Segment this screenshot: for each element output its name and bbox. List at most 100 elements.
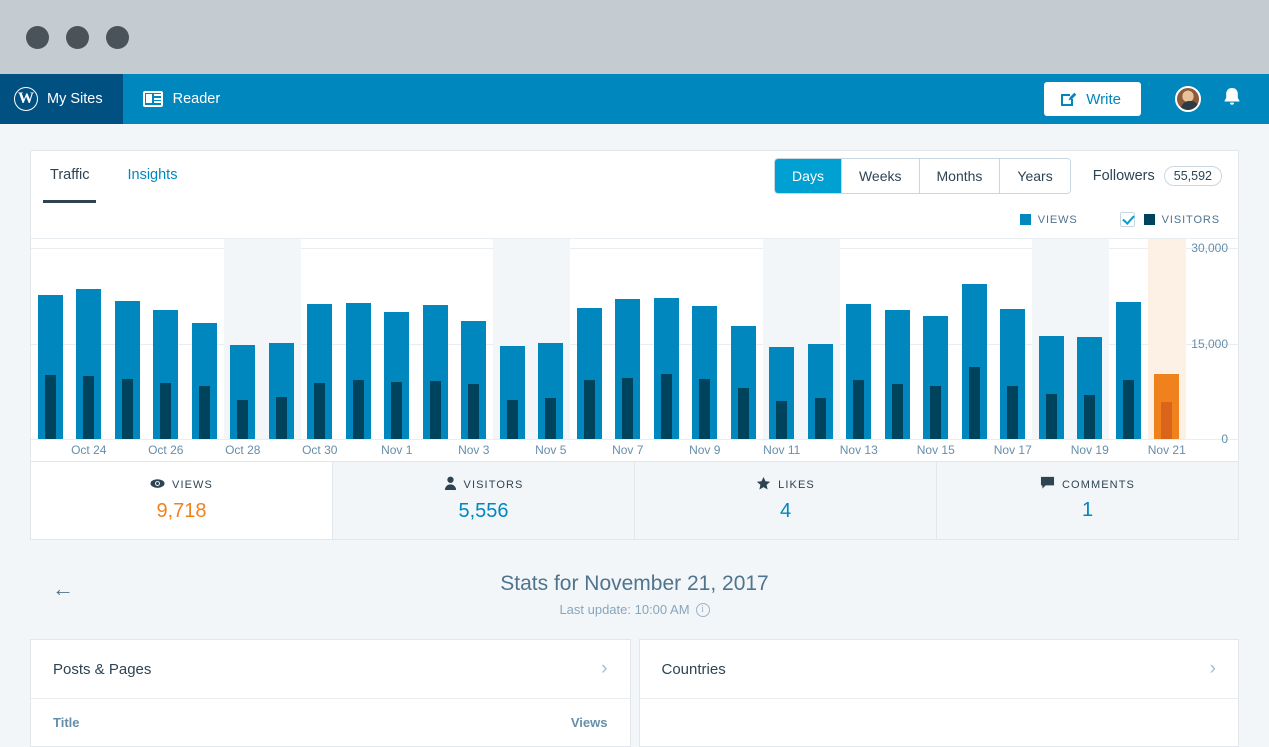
x-tick-label xyxy=(1109,439,1148,461)
visitors-bar xyxy=(468,384,480,439)
info-icon[interactable]: i xyxy=(695,602,710,617)
views-bar xyxy=(807,343,833,439)
tab-insights[interactable]: Insights xyxy=(108,151,196,202)
x-tick-label: Nov 1 xyxy=(381,443,413,457)
chart-bar-nov-11[interactable] xyxy=(762,239,801,439)
chart-bar-nov-17[interactable] xyxy=(994,239,1033,439)
period-weeks[interactable]: Weeks xyxy=(841,159,920,193)
chart-bar-nov-5[interactable] xyxy=(531,239,570,439)
window-maximize-button[interactable] xyxy=(106,25,129,49)
visitors-bar xyxy=(699,379,711,439)
posts-and-pages-header[interactable]: Posts & Pages › xyxy=(31,640,630,699)
window-close-button[interactable] xyxy=(26,25,49,49)
visitors-bar xyxy=(776,401,788,439)
chart-bar-nov-18[interactable] xyxy=(1032,239,1071,439)
module-tab-comments[interactable]: COMMENTS 1 xyxy=(937,462,1238,539)
page-body: Traffic Insights Days Weeks Months Years… xyxy=(0,124,1269,747)
bar-chart[interactable] xyxy=(31,239,1186,439)
chart-bar-nov-10[interactable] xyxy=(724,239,763,439)
chart-bar-nov-8[interactable] xyxy=(647,239,686,439)
views-bar xyxy=(191,323,217,439)
masterbar: W My Sites Reader Write xyxy=(0,74,1269,124)
legend-views[interactable]: VIEWS xyxy=(1019,214,1078,226)
chart-bar-oct-27[interactable] xyxy=(185,239,224,439)
chart-bar-oct-26[interactable] xyxy=(147,239,186,439)
module-tab-views[interactable]: VIEWS 9,718 xyxy=(31,462,333,539)
chart-bar-nov-3[interactable] xyxy=(455,239,494,439)
reader-label: Reader xyxy=(172,91,221,107)
views-bar xyxy=(538,343,564,439)
module-value: 1 xyxy=(1081,499,1094,521)
period-months[interactable]: Months xyxy=(919,159,1001,193)
chart-bar-nov-21[interactable] xyxy=(1147,239,1186,439)
chart-bar-nov-7[interactable] xyxy=(609,239,648,439)
last-update-text: Last update: 10:00 AM xyxy=(559,602,690,617)
chart-legend: VIEWS VISITORS xyxy=(31,201,1238,239)
visitors-checkbox[interactable] xyxy=(1119,212,1135,227)
module-label: LIKES xyxy=(778,479,815,491)
views-bar xyxy=(730,326,756,439)
chart-bar-oct-24[interactable] xyxy=(70,239,109,439)
back-arrow-icon[interactable]: ← xyxy=(52,576,74,602)
legend-visitors[interactable]: VISITORS xyxy=(1143,213,1220,226)
chart-bar-nov-13[interactable] xyxy=(840,239,879,439)
chart-bar-nov-9[interactable] xyxy=(686,239,725,439)
chevron-right-icon[interactable]: › xyxy=(1210,658,1216,680)
countries-header[interactable]: Countries › xyxy=(639,640,1238,699)
x-tick-label: Nov 11 xyxy=(763,443,801,457)
chart-bar-oct-23[interactable] xyxy=(31,239,70,439)
stats-navigation: Traffic Insights Days Weeks Months Years… xyxy=(30,150,1239,203)
my-sites-label: My Sites xyxy=(47,91,103,107)
stats-modules-row: Posts & Pages › Title Views Countries › xyxy=(30,639,1239,747)
followers-label: Followers xyxy=(1092,168,1155,184)
chart-bar-oct-28[interactable] xyxy=(223,239,262,439)
chart-bar-nov-16[interactable] xyxy=(955,239,994,439)
views-bar xyxy=(1115,302,1141,439)
chevron-right-icon[interactable]: › xyxy=(601,658,607,680)
module-value: 5,556 xyxy=(458,500,509,522)
chart-bar-nov-19[interactable] xyxy=(1070,239,1109,439)
posts-and-pages-card: Posts & Pages › Title Views xyxy=(30,639,631,747)
x-tick-label: Nov 7 xyxy=(612,443,644,457)
views-bar xyxy=(1077,337,1103,439)
chart-bar-nov-15[interactable] xyxy=(917,239,956,439)
visitors-bar xyxy=(930,385,942,439)
page-title: Stats for November 21, 2017 xyxy=(500,572,769,595)
module-tab-likes[interactable]: LIKES 4 xyxy=(635,462,937,539)
views-bar xyxy=(884,309,910,439)
window-minimize-button[interactable] xyxy=(66,25,89,49)
chart-bar-oct-25[interactable] xyxy=(108,239,147,439)
x-tick-label xyxy=(801,439,840,461)
reader-button[interactable]: Reader xyxy=(123,74,241,124)
chart-bar-nov-1[interactable] xyxy=(378,239,417,439)
module-label: COMMENTS xyxy=(1062,478,1135,491)
chart-bar-nov-6[interactable] xyxy=(570,239,609,439)
x-tick-label xyxy=(570,439,609,461)
chart-bar-nov-14[interactable] xyxy=(878,239,917,439)
chart-bar-nov-4[interactable] xyxy=(493,239,532,439)
module-tab-visitors[interactable]: VISITORS 5,556 xyxy=(333,462,635,539)
module-value: 4 xyxy=(779,500,792,522)
followers-summary[interactable]: Followers 55,592 xyxy=(1093,166,1222,186)
views-bar xyxy=(769,347,795,439)
chart-bar-oct-29[interactable] xyxy=(262,239,301,439)
period-days[interactable]: Days xyxy=(775,159,842,193)
legend-visitors-label: VISITORS xyxy=(1161,213,1220,226)
write-button[interactable]: Write xyxy=(1044,82,1141,116)
eye-icon xyxy=(150,476,165,494)
chart-bar-nov-2[interactable] xyxy=(416,239,455,439)
x-tick-label: Oct 26 xyxy=(148,443,184,457)
tab-traffic[interactable]: Traffic xyxy=(31,151,108,203)
bell-icon[interactable] xyxy=(1221,86,1243,113)
views-bar xyxy=(615,299,641,439)
reader-icon xyxy=(142,91,163,107)
chart-bar-oct-31[interactable] xyxy=(339,239,378,439)
chart-bar-oct-30[interactable] xyxy=(301,239,340,439)
my-sites-button[interactable]: W My Sites xyxy=(0,74,123,124)
period-years[interactable]: Years xyxy=(1000,159,1070,193)
chart-bar-nov-12[interactable] xyxy=(801,239,840,439)
tab-insights-label: Insights xyxy=(127,166,178,183)
chart-bar-nov-20[interactable] xyxy=(1109,239,1148,439)
avatar[interactable] xyxy=(1175,86,1201,112)
write-label: Write xyxy=(1086,90,1121,108)
